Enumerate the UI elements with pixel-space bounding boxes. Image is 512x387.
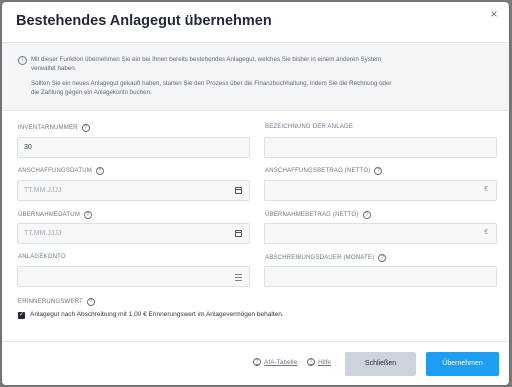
info-text-1: Mit dieser Funktion übernehmen Sie ein b… <box>31 56 382 72</box>
currency-suffix: € <box>484 186 488 193</box>
currency-suffix: € <box>484 229 488 236</box>
hilfe-link[interactable]: ? Hilfe <box>307 358 331 366</box>
calendar-icon[interactable] <box>235 230 242 237</box>
label-text: ÜBERNAHMEBETRAG (NETTO) <box>265 212 359 218</box>
anlagekonto-select[interactable] <box>17 266 250 287</box>
close-button[interactable]: Schließen <box>345 352 416 376</box>
dialog-title: Bestehendes Anlagegut übernehmen <box>16 13 272 29</box>
bezeichnung-input[interactable] <box>264 137 497 158</box>
help-icon[interactable]: ? <box>84 211 93 219</box>
dialog-footer: ? AfA-Tabelle ? Hilfe Schließen Übernehm… <box>2 341 509 385</box>
label-bezeichnung: BEZEICHNUNG DER ANLAGE <box>265 124 353 130</box>
inventarnummer-value: 30 <box>24 144 32 151</box>
label-text: ERINNERUNGSWERT <box>18 299 83 305</box>
info-box: i Mit dieser Funktion übernehmen Sie ein… <box>2 43 509 111</box>
afa-tabelle-label[interactable]: AfA-Tabelle <box>264 359 297 366</box>
uebernahmebetrag-input[interactable]: € <box>264 223 497 244</box>
dialog: Bestehendes Anlagegut übernehmen × i Mit… <box>2 2 509 385</box>
help-icon[interactable]: ? <box>374 167 383 175</box>
help-icon[interactable]: ? <box>86 298 95 306</box>
label-text: ANLAGEKONTO <box>18 254 66 260</box>
info-text-2: Sollten Sie ein neues Anlagegut gekauft … <box>31 80 392 96</box>
calendar-icon[interactable] <box>235 187 242 194</box>
afa-tabelle-link[interactable]: ? AfA-Tabelle <box>253 358 297 366</box>
anschaffungsbetrag-input[interactable]: € <box>264 180 497 201</box>
label-text: ABSCHREIBUNGSDAUER (MONATE) <box>265 255 375 261</box>
help-icon[interactable]: ? <box>81 124 90 132</box>
label-abschreibungsdauer: ABSCHREIBUNGSDAUER (MONATE) ? <box>265 254 387 262</box>
inventarnummer-input[interactable]: 30 <box>17 137 250 158</box>
label-anschaffungsbetrag: ANSCHAFFUNGSBETRAG (NETTO) ? <box>265 167 383 175</box>
hilfe-label[interactable]: Hilfe <box>318 359 331 366</box>
help-icon[interactable]: ? <box>362 211 371 219</box>
label-uebernahmebetrag: ÜBERNAHMEBETRAG (NETTO) ? <box>265 211 371 219</box>
label-erinnerungswert: ERINNERUNGSWERT ? <box>18 298 95 306</box>
date-placeholder: TT.MM.JJJJ <box>24 230 62 237</box>
submit-button[interactable]: Übernehmen <box>426 352 499 376</box>
label-text: ANSCHAFFUNGSDATUM <box>18 168 92 174</box>
list-icon[interactable] <box>235 274 242 281</box>
help-icon[interactable]: ? <box>378 254 387 262</box>
label-uebernahmedatum: ÜBERNAHMEDATUM ? <box>18 211 93 219</box>
help-icon: ? <box>307 358 315 366</box>
abschreibungsdauer-input[interactable] <box>264 266 497 287</box>
uebernahmedatum-input[interactable]: TT.MM.JJJJ <box>17 223 250 244</box>
label-anlagekonto: ANLAGEKONTO <box>18 254 66 260</box>
erinnerungswert-checkbox-label[interactable]: Anlagegut nach Abschreibung mit 1,00 € E… <box>30 311 284 318</box>
label-inventarnummer: INVENTARNUMMER ? <box>18 124 90 132</box>
label-text: ANSCHAFFUNGSBETRAG (NETTO) <box>265 168 371 174</box>
date-placeholder: TT.MM.JJJJ <box>24 187 62 194</box>
info-icon: i <box>18 56 27 65</box>
erinnerungswert-checkbox[interactable]: ✓ <box>18 312 25 319</box>
close-icon[interactable]: × <box>487 7 501 21</box>
label-text: INVENTARNUMMER <box>18 125 78 131</box>
anschaffungsdatum-input[interactable]: TT.MM.JJJJ <box>17 180 250 201</box>
help-icon[interactable]: ? <box>95 167 104 175</box>
label-anschaffungsdatum: ANSCHAFFUNGSDATUM ? <box>18 167 104 175</box>
help-icon: ? <box>253 358 261 366</box>
label-text: ÜBERNAHMEDATUM <box>18 212 81 218</box>
dialog-header: Bestehendes Anlagegut übernehmen × <box>2 2 509 43</box>
label-text: BEZEICHNUNG DER ANLAGE <box>265 124 354 130</box>
